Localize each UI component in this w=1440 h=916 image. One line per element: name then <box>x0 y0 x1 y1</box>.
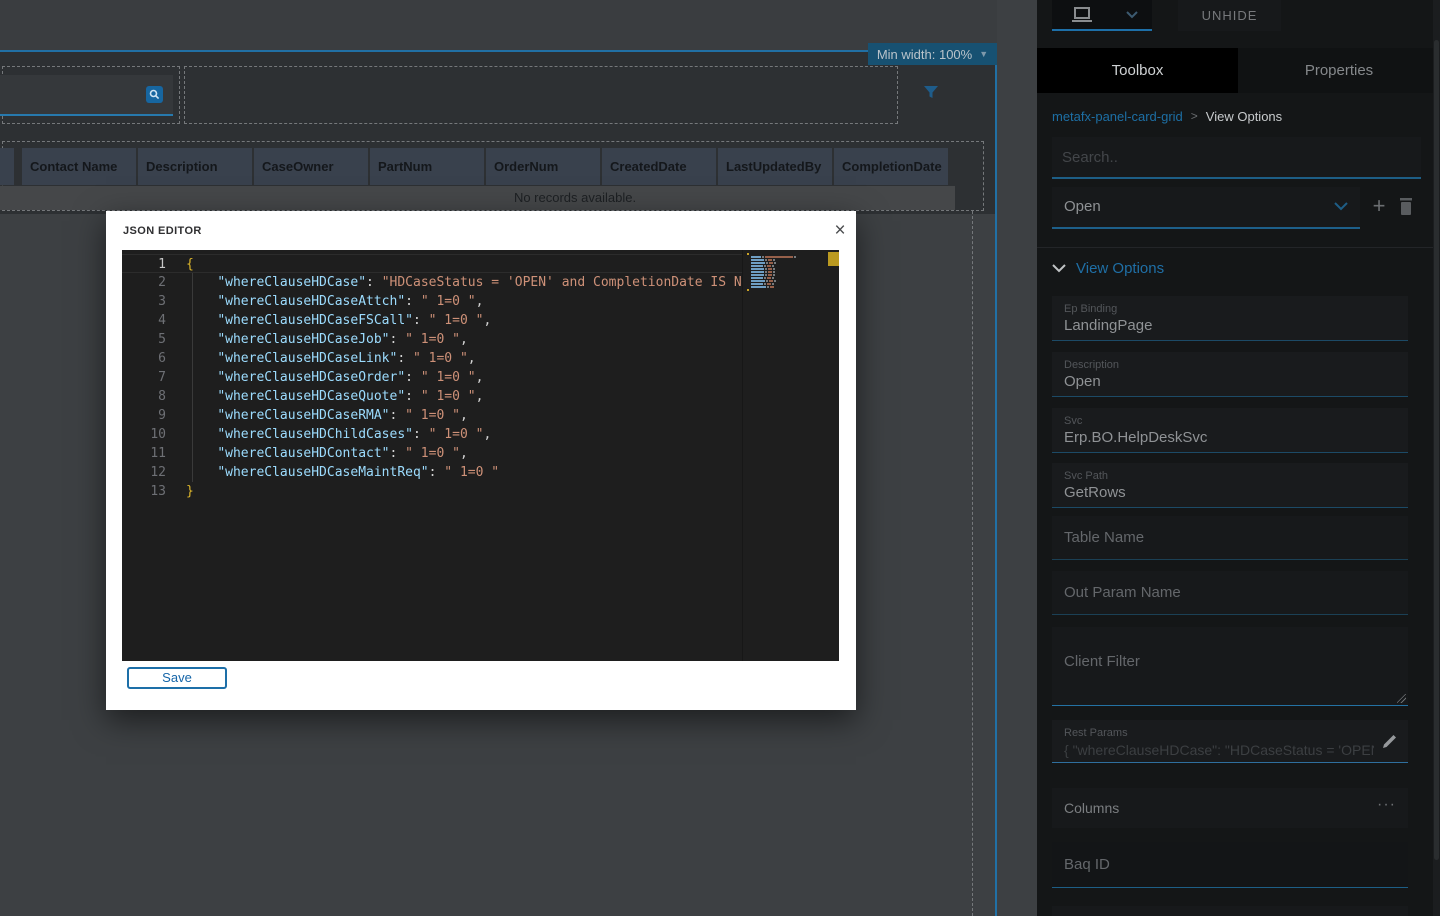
pencil-icon[interactable] <box>1381 733 1398 750</box>
grid-header-row: Contact Name Description CaseOwner PartN… <box>0 148 950 185</box>
json-editor-modal: JSON EDITOR × 1{2 "whereClauseHDCase": "… <box>106 211 856 710</box>
partial-field <box>1052 906 1408 916</box>
canvas-sidebar-gutter <box>997 0 1037 916</box>
svc-field[interactable]: Svc Erp.BO.HelpDeskSvc <box>1052 408 1408 453</box>
chevron-down-icon <box>1334 202 1348 211</box>
field-value: LandingPage <box>1064 316 1396 336</box>
table-name-field[interactable]: Table Name <box>1052 516 1408 560</box>
save-button[interactable]: Save <box>127 667 227 689</box>
description-field[interactable]: Description Open <box>1052 352 1408 397</box>
grid-column-header[interactable]: CreatedDate <box>602 148 716 185</box>
field-value: GetRows <box>1064 483 1396 503</box>
indent-guide <box>192 273 193 482</box>
field-label: Ep Binding <box>1064 302 1396 316</box>
field-value: Open <box>1064 372 1396 392</box>
min-width-label: Min width: 100% <box>877 47 972 62</box>
filter-icon[interactable] <box>922 83 942 103</box>
grid-column-header[interactable]: LastUpdatedBy <box>718 148 832 185</box>
tall-component-outline-edge <box>972 211 973 916</box>
breadcrumb: metafx-panel-card-grid > View Options <box>1052 107 1282 125</box>
field-placeholder: Client Filter <box>1064 653 1140 670</box>
field-label: Svc <box>1064 414 1396 428</box>
add-view-button[interactable]: + <box>1367 194 1391 220</box>
tab-toolbox[interactable]: Toolbox <box>1037 48 1238 93</box>
min-width-dropdown[interactable]: Min width: 100% ▼ <box>868 43 997 65</box>
grid-column-header[interactable]: CompletionDate <box>834 148 948 185</box>
properties-search-input[interactable] <box>1062 143 1407 171</box>
sidebar-scrollbar[interactable] <box>1433 0 1440 916</box>
chevron-down-icon <box>1052 264 1066 273</box>
field-placeholder: Baq ID <box>1064 856 1110 873</box>
properties-search-box <box>1052 137 1421 179</box>
sidebar-divider <box>1037 247 1440 248</box>
device-preview-dropdown[interactable] <box>1052 0 1152 31</box>
app-root: Min width: 100% ▼ Contact Name Descripti… <box>0 0 1440 916</box>
grid-column-header[interactable]: CaseOwner <box>254 148 368 185</box>
resize-handle[interactable] <box>1397 694 1406 703</box>
rest-params-field[interactable]: Rest Params { "whereClauseHDCase": "HDCa… <box>1052 720 1408 763</box>
svc-path-field[interactable]: Svc Path GetRows <box>1052 463 1408 508</box>
caret-down-icon: ▼ <box>979 49 988 59</box>
field-label: Description <box>1064 358 1396 372</box>
field-placeholder: Table Name <box>1064 529 1144 546</box>
breadcrumb-current: View Options <box>1206 109 1282 124</box>
field-value: { "whereClauseHDCase": "HDCaseStatus = '… <box>1064 740 1374 760</box>
client-filter-textarea[interactable]: Client Filter <box>1052 627 1408 706</box>
grid-header-stub <box>0 148 14 185</box>
grid-column-header[interactable]: PartNum <box>370 148 484 185</box>
no-records-text: No records available. <box>514 190 636 205</box>
section-title: View Options <box>1076 260 1164 277</box>
canvas-top-strip <box>0 0 997 52</box>
tab-properties[interactable]: Properties <box>1238 48 1440 93</box>
panel-component-outline[interactable] <box>184 66 898 124</box>
view-selector-value: Open <box>1064 198 1101 215</box>
grid-column-header[interactable]: Description <box>138 148 252 185</box>
close-icon[interactable]: × <box>828 219 852 243</box>
out-param-name-field[interactable]: Out Param Name <box>1052 571 1408 615</box>
view-options-section-header[interactable]: View Options <box>1052 258 1164 278</box>
editor-minimap[interactable] <box>742 250 827 661</box>
scrollbar-marker[interactable] <box>828 252 839 266</box>
ellipsis-icon[interactable]: ··· <box>1377 796 1396 814</box>
chevron-down-icon <box>1126 11 1138 19</box>
field-value: Erp.BO.HelpDeskSvc <box>1064 428 1396 448</box>
search-icon[interactable] <box>146 86 163 103</box>
code-editor[interactable]: 1{2 "whereClauseHDCase": "HDCaseStatus =… <box>122 250 839 661</box>
grid-empty-row: No records available. <box>0 186 955 210</box>
laptop-icon <box>1070 7 1094 24</box>
trash-icon[interactable] <box>1397 197 1415 217</box>
properties-sidebar: UNHIDE Toolbox Properties metafx-panel-c… <box>1037 0 1440 916</box>
grid-column-header[interactable]: OrderNum <box>486 148 600 185</box>
view-selector[interactable]: Open <box>1052 187 1360 229</box>
field-label: Columns <box>1064 800 1119 816</box>
breadcrumb-separator: > <box>1191 109 1198 123</box>
baq-id-field[interactable]: Baq ID <box>1052 842 1408 888</box>
field-label: Svc Path <box>1064 469 1396 483</box>
canvas-selection-top-line <box>0 50 876 52</box>
ep-binding-field[interactable]: Ep Binding LandingPage <box>1052 296 1408 341</box>
field-label: Rest Params <box>1064 726 1396 740</box>
editor-scrollbar[interactable] <box>827 250 839 661</box>
field-placeholder: Out Param Name <box>1064 584 1181 601</box>
breadcrumb-parent-link[interactable]: metafx-panel-card-grid <box>1052 109 1183 124</box>
unhide-button[interactable]: UNHIDE <box>1178 0 1281 31</box>
columns-row[interactable]: Columns ··· <box>1052 788 1408 828</box>
code-lines[interactable]: 1{2 "whereClauseHDCase": "HDCaseStatus =… <box>122 254 742 501</box>
modal-title: JSON EDITOR <box>123 225 202 237</box>
grid-column-header[interactable]: Contact Name <box>22 148 136 185</box>
grid-search-input[interactable] <box>6 79 138 109</box>
grid-search-box <box>0 75 173 116</box>
scrollbar-thumb[interactable] <box>1434 40 1439 860</box>
